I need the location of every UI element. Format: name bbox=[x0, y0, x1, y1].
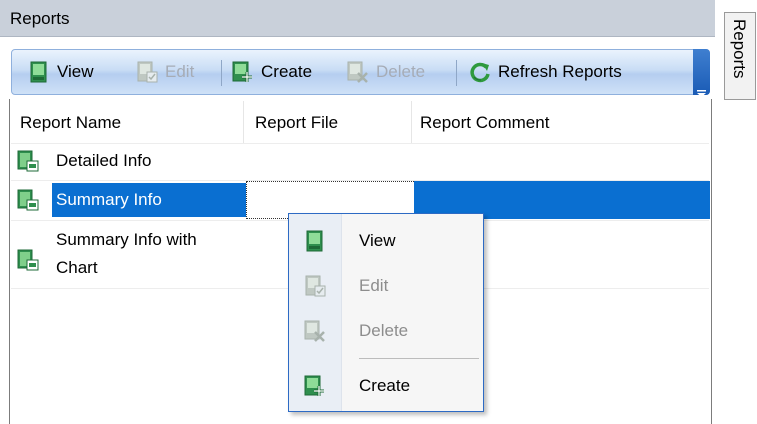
column-separator[interactable] bbox=[411, 101, 412, 143]
report-view-icon bbox=[28, 61, 50, 83]
panel-title-bar: Reports bbox=[0, 0, 715, 37]
toolbar-overflow-button[interactable] bbox=[693, 49, 710, 97]
toolbar-separator bbox=[456, 60, 457, 86]
report-icon bbox=[17, 249, 39, 271]
panel-title: Reports bbox=[10, 9, 70, 28]
toolbar-separator bbox=[221, 60, 222, 86]
menu-item-label: View bbox=[359, 231, 396, 250]
menu-item-create[interactable]: Create bbox=[289, 364, 483, 408]
delete-button-label: Delete bbox=[376, 62, 426, 81]
report-edit-icon bbox=[136, 61, 158, 83]
context-menu: View Edit Delete Create bbox=[288, 213, 484, 412]
report-delete-icon bbox=[347, 61, 369, 83]
report-name-line2: Chart bbox=[56, 258, 98, 277]
refresh-icon bbox=[469, 61, 491, 83]
create-button-label: Create bbox=[261, 62, 313, 81]
column-header-report-name[interactable]: Report Name bbox=[20, 113, 121, 133]
view-button-label: View bbox=[57, 62, 94, 81]
report-edit-icon bbox=[304, 275, 326, 297]
edit-button-label: Edit bbox=[165, 62, 195, 81]
reports-toolbar: View Edit Create Delete Refresh Reports bbox=[11, 49, 710, 97]
view-button[interactable]: View bbox=[28, 60, 94, 84]
menu-item-label: Delete bbox=[359, 321, 409, 340]
menu-separator bbox=[359, 358, 479, 359]
report-icon bbox=[17, 150, 39, 172]
column-header-report-comment[interactable]: Report Comment bbox=[420, 113, 549, 133]
column-separator[interactable] bbox=[243, 101, 244, 143]
menu-item-view[interactable]: View bbox=[289, 219, 483, 263]
menu-item-edit[interactable]: Edit bbox=[289, 264, 483, 308]
chevron-down-icon bbox=[697, 82, 706, 97]
delete-button[interactable]: Delete bbox=[347, 60, 425, 84]
column-header-report-file[interactable]: Report File bbox=[255, 113, 338, 133]
menu-item-label: Edit bbox=[359, 276, 389, 295]
report-name: Summary Info bbox=[56, 190, 162, 209]
report-name-line1: Summary Info with bbox=[56, 230, 197, 249]
report-icon bbox=[17, 189, 39, 211]
edit-button[interactable]: Edit bbox=[136, 60, 194, 84]
row-divider bbox=[11, 143, 709, 144]
menu-item-label: Create bbox=[359, 376, 411, 395]
report-view-icon bbox=[304, 230, 326, 252]
report-name: Detailed Info bbox=[56, 151, 152, 170]
report-create-icon bbox=[232, 61, 254, 83]
reports-side-tab[interactable]: Reports bbox=[724, 12, 756, 100]
report-delete-icon bbox=[304, 320, 326, 342]
report-create-icon bbox=[304, 375, 326, 397]
menu-item-delete[interactable]: Delete bbox=[289, 309, 483, 353]
create-button[interactable]: Create bbox=[232, 60, 312, 84]
refresh-button-label: Refresh Reports bbox=[498, 62, 622, 81]
side-tab-label: Reports bbox=[730, 19, 749, 79]
refresh-reports-button[interactable]: Refresh Reports bbox=[469, 60, 622, 84]
